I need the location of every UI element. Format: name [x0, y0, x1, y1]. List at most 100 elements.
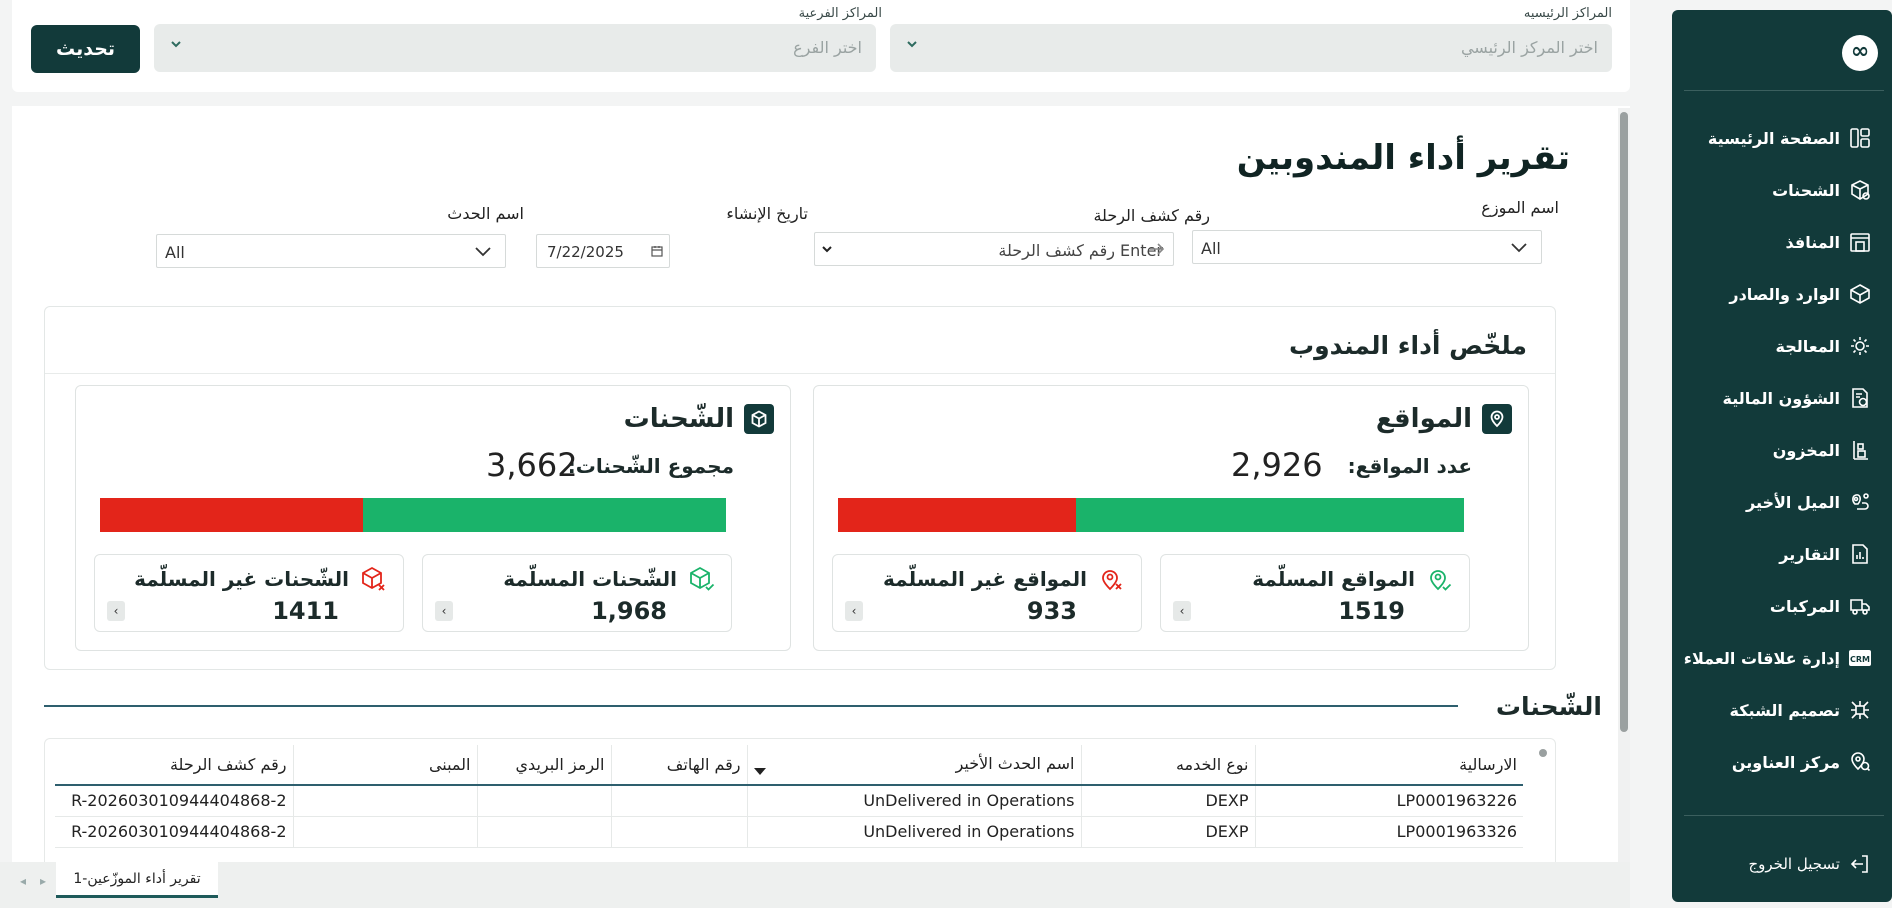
event-select[interactable]: All — [156, 234, 506, 268]
chevron-left-icon[interactable]: ‹ — [107, 601, 125, 621]
date-label: تاريخ الإنشاء — [726, 204, 808, 223]
chevron-down-icon — [822, 246, 832, 253]
sidebar: ∞ الصفحة الرئيسية الشحنات المنافذ الوارد… — [1672, 10, 1892, 902]
logout-button[interactable]: تسجيل الخروج — [1672, 844, 1888, 884]
column-header[interactable]: الرمز البريدي — [476, 745, 611, 786]
sort-descending-icon[interactable] — [753, 768, 766, 775]
shipments-table: الارسالية نوع الخدمه اسم الحدث الأخير رق… — [44, 738, 1556, 866]
column-header[interactable]: رقم الهاتف — [610, 745, 747, 786]
sidebar-item-vehicles[interactable]: المركبات — [1672, 586, 1888, 626]
crm-icon: CRM — [1848, 646, 1872, 670]
shipments-undelivered-label: الشّحنات غير المسلّمة — [134, 567, 349, 591]
location-x-icon — [1102, 570, 1122, 591]
package-check-icon — [690, 566, 715, 591]
logo-icon[interactable]: ∞ — [1842, 35, 1878, 71]
calendar-icon[interactable] — [651, 245, 663, 257]
event-value: All — [165, 243, 185, 262]
shipments-delivered-segment — [362, 498, 726, 532]
table-cell — [610, 816, 747, 848]
row-indicator — [1539, 749, 1547, 757]
main-center-placeholder: اختر المركز الرئيسي — [1460, 38, 1598, 57]
chevron-left-icon[interactable]: ‹ — [845, 601, 863, 621]
dashboard-icon — [1848, 126, 1872, 150]
package-x-icon — [362, 566, 385, 591]
shipments-undelivered-segment — [100, 498, 363, 532]
table-cell: LP0001963326 — [1254, 816, 1523, 848]
locations-title: المواقع — [1375, 404, 1472, 434]
main-center-select[interactable]: اختر المركز الرئيسي — [890, 24, 1612, 72]
sidebar-item-label: الوارد والصادر — [1729, 284, 1840, 304]
branch-label: المراكز الفرعية — [798, 6, 882, 21]
summary-divider — [45, 373, 1555, 374]
chevron-left-icon[interactable]: ‹ — [1173, 601, 1191, 621]
column-header[interactable]: رقم كشف الرحلة — [55, 745, 293, 786]
locations-total-label: عدد المواقع: — [1347, 454, 1472, 478]
table-cell: UnDelivered in Operations — [746, 785, 1081, 817]
section-divider — [44, 705, 1458, 707]
chevron-down-icon — [475, 247, 491, 257]
column-header[interactable]: المبنى — [292, 745, 477, 786]
table-header-row: الارسالية نوع الخدمه اسم الحدث الأخير رق… — [55, 745, 1523, 786]
trip-search-input[interactable]: Enter رقم كشف الرحلة — [814, 232, 1174, 266]
branch-placeholder: اختر الفرع — [793, 38, 862, 57]
distributor-value: All — [1201, 239, 1221, 258]
chevron-down-icon — [171, 41, 181, 48]
sidebar-item-outlets[interactable]: المنافذ — [1672, 222, 1888, 262]
locations-progress-bar — [838, 498, 1464, 532]
column-header-label: اسم الحدث الأخير — [955, 754, 1075, 773]
tab-distributor-report[interactable]: تقرير أداء الموزّعين-1 — [56, 862, 218, 898]
date-value: 7/22/2025 — [547, 243, 624, 261]
sidebar-item-processing[interactable]: المعالجة — [1672, 326, 1888, 366]
arrow-right-icon[interactable] — [1149, 242, 1165, 256]
locations-total-value: 2,926 — [1231, 446, 1323, 484]
sidebar-item-inbound-outbound[interactable]: الوارد والصادر — [1672, 274, 1888, 314]
chevron-left-icon[interactable]: ‹ — [435, 601, 453, 621]
sidebar-item-label: المركبات — [1769, 596, 1840, 616]
last-mile-icon — [1848, 490, 1872, 514]
svg-text:CRM: CRM — [1850, 655, 1870, 664]
table-row[interactable]: LP0001963226 DEXP UnDelivered in Operati… — [55, 785, 1523, 817]
reports-icon — [1848, 542, 1872, 566]
column-header[interactable]: الارسالية — [1254, 745, 1523, 786]
table-cell: R-202603010944404868-2 — [55, 785, 293, 817]
tab-scroll-right-icon[interactable]: ▸ — [40, 874, 46, 888]
sidebar-item-finance[interactable]: الشؤون المالية — [1672, 378, 1888, 418]
sidebar-item-inventory[interactable]: المخزون — [1672, 430, 1888, 470]
sidebar-item-label: الميل الأخير — [1745, 492, 1840, 512]
shipments-progress-bar — [100, 498, 726, 532]
sidebar-item-shipments[interactable]: الشحنات — [1672, 170, 1888, 210]
distributor-select[interactable]: All — [1192, 230, 1542, 264]
locations-undelivered-segment — [838, 498, 1076, 532]
tab-scroll-left-icon[interactable]: ◂ — [20, 874, 26, 888]
sidebar-item-home[interactable]: الصفحة الرئيسية — [1672, 118, 1888, 158]
sidebar-item-label: مركز العناوين — [1731, 752, 1840, 772]
sidebar-item-network-design[interactable]: تصميم الشبكة — [1672, 690, 1888, 730]
finance-icon — [1848, 386, 1872, 410]
shipments-undelivered-value: 1411 — [272, 597, 339, 625]
sidebar-item-last-mile[interactable]: الميل الأخير — [1672, 482, 1888, 522]
sidebar-item-label: المخزون — [1772, 440, 1840, 460]
table-cell: R-202603010944404868-2 — [55, 816, 293, 848]
column-header[interactable]: نوع الخدمه — [1080, 745, 1255, 786]
shipments-panel: الشّحنات مجموع الشّحنات: 3,662 الشّحنات … — [75, 385, 791, 651]
main-scrollbar[interactable] — [1618, 108, 1630, 868]
refresh-button[interactable]: تحديث — [31, 25, 140, 73]
sidebar-item-address-center[interactable]: مركز العناوين — [1672, 742, 1888, 782]
column-header-last-event[interactable]: اسم الحدث الأخير — [746, 745, 1081, 786]
date-input[interactable]: 7/22/2025 — [536, 234, 670, 268]
sidebar-item-label: التقارير — [1779, 544, 1840, 564]
sidebar-item-crm[interactable]: CRM إدارة علاقات العملاء — [1672, 638, 1888, 678]
table-cell — [476, 785, 611, 817]
scrollbar-thumb[interactable] — [1620, 112, 1628, 732]
page-title: تقرير أداء المندوبين — [1236, 138, 1570, 178]
summary-title: ملخّص أداء المندوب — [1289, 331, 1527, 360]
locations-delivered-value: 1519 — [1338, 597, 1405, 625]
table-row[interactable]: LP0001963326 DEXP UnDelivered in Operati… — [55, 816, 1523, 848]
table-cell — [292, 785, 477, 817]
filter-topbar: المراكز الرئيسيه اختر المركز الرئيسي الم… — [12, 0, 1630, 92]
sidebar-item-reports[interactable]: التقارير — [1672, 534, 1888, 574]
table-cell — [292, 816, 477, 848]
sidebar-divider — [1684, 90, 1884, 91]
branch-select[interactable]: اختر الفرع — [154, 24, 876, 72]
report-tabs-bar: ◂ ▸ تقرير أداء الموزّعين-1 — [0, 862, 1630, 908]
